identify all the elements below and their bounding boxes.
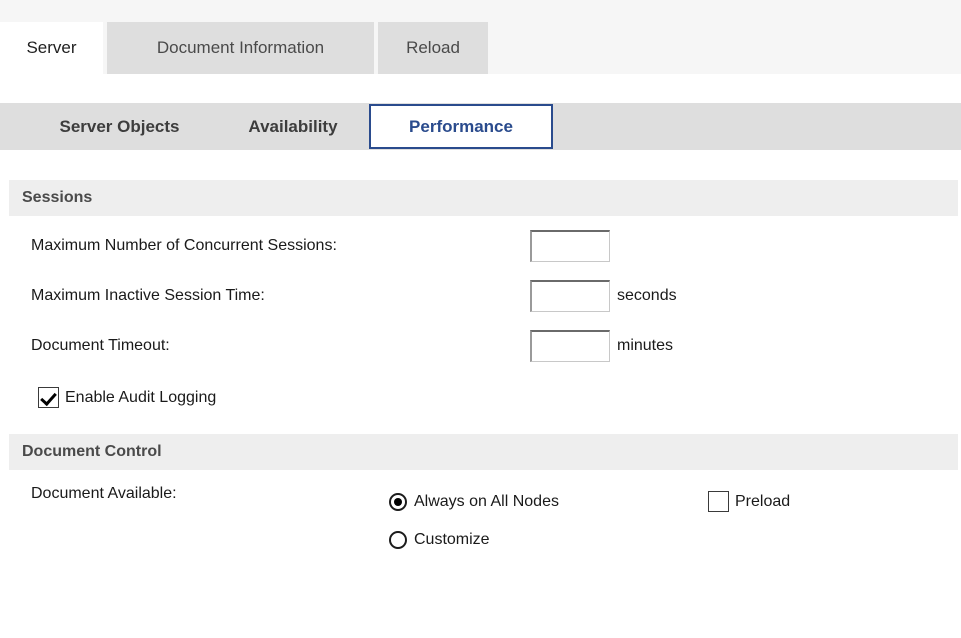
checkbox-checked-icon[interactable] (38, 387, 59, 408)
primary-tab-strip: Server Document Information Reload (0, 22, 488, 74)
input-max-inactive-session-time[interactable] (530, 280, 610, 312)
checkbox-preload[interactable]: Preload (708, 491, 790, 512)
label-max-inactive-session-time: Maximum Inactive Session Time: (31, 287, 265, 304)
radio-customize[interactable]: Customize (389, 531, 490, 549)
checkbox-unchecked-icon[interactable] (708, 491, 729, 512)
section-header-document-control: Document Control (9, 434, 958, 470)
checkbox-preload-label: Preload (735, 492, 791, 510)
section-header-sessions-label: Sessions (22, 189, 93, 206)
tab-performance-label: Performance (409, 116, 513, 136)
unit-minutes: minutes (617, 337, 674, 354)
section-header-sessions: Sessions (9, 180, 958, 216)
sub-tab-strip: Server Objects Availability Performance (0, 103, 553, 150)
tab-server[interactable]: Server (0, 22, 103, 74)
unit-seconds: seconds (617, 287, 677, 304)
radio-always-on-all-nodes-label: Always on All Nodes (414, 493, 559, 510)
checkbox-enable-audit-logging-label: Enable Audit Logging (65, 388, 217, 406)
tab-reload-label: Reload (406, 38, 460, 57)
radio-unselected-icon[interactable] (389, 531, 407, 549)
tab-server-objects[interactable]: Server Objects (22, 103, 217, 150)
radio-customize-label: Customize (414, 531, 490, 548)
input-document-timeout[interactable] (530, 330, 610, 362)
field-row-document-timeout: Document Timeout: minutes (0, 330, 961, 362)
tab-server-label: Server (26, 38, 77, 57)
tab-availability[interactable]: Availability (217, 103, 369, 150)
tab-document-information[interactable]: Document Information (107, 22, 374, 74)
tab-document-information-label: Document Information (156, 38, 325, 57)
input-max-concurrent-sessions[interactable] (530, 230, 610, 262)
label-max-concurrent-sessions: Maximum Number of Concurrent Sessions: (31, 237, 337, 254)
radio-selected-icon[interactable] (389, 493, 407, 511)
tab-availability-label: Availability (248, 116, 338, 136)
tab-reload[interactable]: Reload (378, 22, 488, 74)
radio-always-on-all-nodes[interactable]: Always on All Nodes (389, 493, 559, 511)
label-document-timeout: Document Timeout: (31, 337, 170, 354)
tab-performance[interactable]: Performance (369, 104, 553, 149)
section-header-document-control-label: Document Control (22, 443, 162, 460)
checkbox-enable-audit-logging[interactable]: Enable Audit Logging (38, 387, 216, 408)
tab-server-objects-label: Server Objects (59, 116, 180, 136)
field-row-max-concurrent-sessions: Maximum Number of Concurrent Sessions: (0, 230, 961, 262)
label-document-available: Document Available: (31, 485, 177, 502)
field-row-max-inactive-session-time: Maximum Inactive Session Time: seconds (0, 280, 961, 312)
